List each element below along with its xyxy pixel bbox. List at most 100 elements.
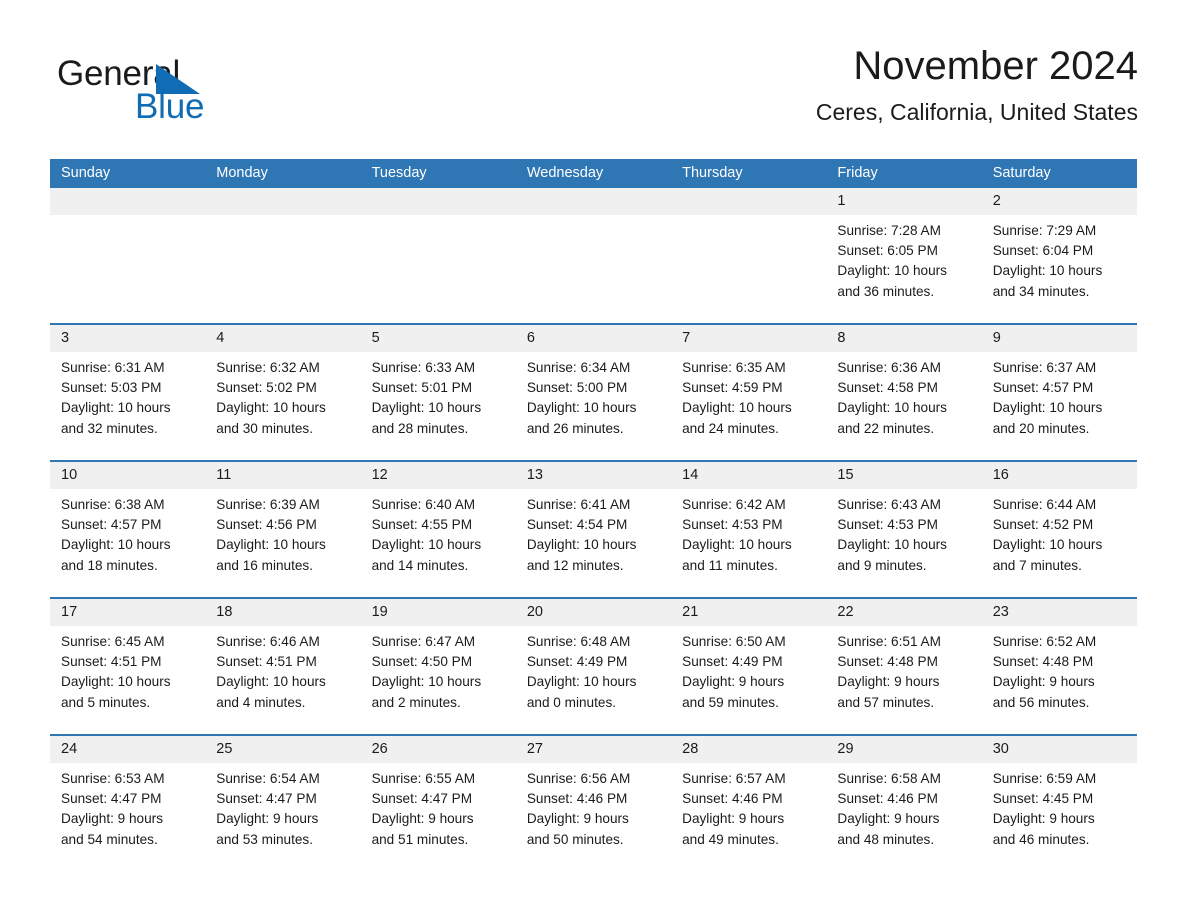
day-cell[interactable]: Sunrise: 6:50 AM Sunset: 4:49 PM Daylight:… [671, 626, 826, 734]
day-number[interactable]: 22 [826, 599, 981, 626]
sunrise-text: Sunrise: 6:33 AM [371, 360, 476, 375]
day-number[interactable]: 30 [982, 736, 1137, 763]
day-number[interactable]: 21 [671, 599, 826, 626]
daylight-text: Daylight: 10 hours [216, 400, 326, 416]
day-cell[interactable]: Sunrise: 6:38 AM Sunset: 4:57 PM Daylight:… [50, 489, 205, 597]
day-number[interactable]: 6 [516, 325, 671, 352]
day-cell[interactable]: Sunrise: 6:41 AM Sunset: 4:54 PM Daylight:… [516, 489, 671, 597]
day-cell[interactable]: Sunrise: 6:43 AM Sunset: 4:53 PM Daylight:… [826, 489, 981, 597]
sunrise-text: Sunrise: 6:36 AM [837, 360, 941, 375]
daylight-text: Daylight: 9 hours [682, 674, 785, 690]
week-date-band: 24 25 26 27 28 29 30 [50, 736, 1137, 763]
daylight-text: Daylight: 10 hours [216, 674, 326, 690]
daylight-text-cont: and 24 minutes. [682, 420, 779, 436]
day-number[interactable]: 11 [205, 462, 360, 489]
sunrise-text: Sunrise: 6:43 AM [837, 497, 941, 512]
day-cell[interactable]: Sunrise: 6:45 AM Sunset: 4:51 PM Daylight:… [50, 626, 205, 734]
day-cell[interactable]: Sunrise: 6:39 AM Sunset: 4:56 PM Daylight:… [205, 489, 360, 597]
day-number[interactable]: 3 [50, 325, 205, 352]
day-cell[interactable]: Sunrise: 6:52 AM Sunset: 4:48 PM Daylight:… [982, 626, 1137, 734]
day-cell[interactable]: Sunrise: 6:34 AM Sunset: 5:00 PM Daylight:… [516, 352, 671, 460]
day-number-empty [205, 188, 360, 215]
day-number[interactable]: 13 [516, 462, 671, 489]
day-cell[interactable]: Sunrise: 6:54 AM Sunset: 4:47 PM Daylight:… [205, 763, 360, 871]
day-number[interactable]: 1 [826, 188, 981, 215]
daylight-text-cont: and 5 minutes. [61, 694, 151, 710]
daylight-text: Daylight: 10 hours [371, 400, 482, 416]
weekday-header-saturday: Saturday [992, 165, 1051, 181]
sunset-text: Sunset: 5:00 PM [526, 380, 628, 396]
day-number[interactable]: 20 [516, 599, 671, 626]
day-number[interactable]: 19 [361, 599, 516, 626]
daylight-text: Daylight: 9 hours [216, 811, 319, 827]
day-number[interactable]: 26 [361, 736, 516, 763]
daylight-text: Daylight: 9 hours [526, 811, 629, 827]
day-cell[interactable]: Sunrise: 6:46 AM Sunset: 4:51 PM Daylight:… [205, 626, 360, 734]
sunset-text: Sunset: 4:48 PM [837, 654, 938, 670]
day-number[interactable]: 4 [205, 325, 360, 352]
daylight-text-cont: and 20 minutes. [992, 420, 1090, 436]
daylight-text: Daylight: 10 hours [371, 674, 482, 690]
daylight-text-cont: and 14 minutes. [371, 557, 469, 573]
general-blue-logo[interactable]: General Blue [57, 54, 317, 134]
daylight-text-cont: and 30 minutes. [216, 420, 314, 436]
daylight-text-cont: and 26 minutes. [526, 420, 624, 436]
day-cell[interactable]: Sunrise: 6:57 AM Sunset: 4:46 PM Daylight:… [671, 763, 826, 871]
day-number[interactable]: 7 [671, 325, 826, 352]
day-cell[interactable]: Sunrise: 6:31 AM Sunset: 5:03 PM Daylight:… [50, 352, 205, 460]
daylight-text-cont: and 51 minutes. [371, 831, 469, 847]
daylight-text-cont: and 16 minutes. [216, 557, 314, 573]
day-cell[interactable]: Sunrise: 6:40 AM Sunset: 4:55 PM Daylight:… [361, 489, 516, 597]
day-number[interactable]: 10 [50, 462, 205, 489]
day-cell[interactable]: Sunrise: 6:53 AM Sunset: 4:47 PM Daylight:… [50, 763, 205, 871]
day-cell[interactable]: Sunrise: 6:36 AM Sunset: 4:58 PM Daylight:… [826, 352, 981, 460]
day-cell[interactable]: Sunrise: 6:32 AM Sunset: 5:02 PM Daylight:… [205, 352, 360, 460]
day-cell[interactable]: Sunrise: 7:29 AM Sunset: 6:04 PM Daylight:… [982, 215, 1137, 323]
day-cell[interactable]: Sunrise: 6:33 AM Sunset: 5:01 PM Daylight:… [361, 352, 516, 460]
day-number[interactable]: 2 [982, 188, 1137, 215]
day-cell[interactable]: Sunrise: 6:55 AM Sunset: 4:47 PM Daylight:… [361, 763, 516, 871]
day-number[interactable]: 9 [982, 325, 1137, 352]
day-cell[interactable]: Sunrise: 6:51 AM Sunset: 4:48 PM Daylight:… [826, 626, 981, 734]
day-cell[interactable]: Sunrise: 6:48 AM Sunset: 4:49 PM Daylight:… [516, 626, 671, 734]
day-number[interactable]: 25 [205, 736, 360, 763]
daylight-text-cont: and 50 minutes. [526, 831, 624, 847]
weekday-header-thursday: Thursday [682, 165, 743, 181]
day-number[interactable]: 12 [361, 462, 516, 489]
day-number[interactable]: 15 [826, 462, 981, 489]
daylight-text-cont: and 36 minutes. [837, 283, 935, 299]
day-number[interactable]: 16 [982, 462, 1137, 489]
sunrise-text: Sunrise: 7:28 AM [837, 223, 941, 238]
day-number[interactable]: 24 [50, 736, 205, 763]
day-cell[interactable]: Sunrise: 6:47 AM Sunset: 4:50 PM Daylight:… [361, 626, 516, 734]
weekday-header-monday: Monday [216, 165, 268, 181]
sunrise-text: Sunrise: 6:54 AM [216, 771, 320, 786]
sunset-text: Sunset: 6:05 PM [837, 243, 938, 259]
day-number[interactable]: 18 [205, 599, 360, 626]
day-number[interactable]: 29 [826, 736, 981, 763]
day-cell[interactable]: Sunrise: 6:44 AM Sunset: 4:52 PM Daylight:… [982, 489, 1137, 597]
day-cell[interactable]: Sunrise: 6:35 AM Sunset: 4:59 PM Daylight:… [671, 352, 826, 460]
daylight-text-cont: and 2 minutes. [371, 694, 461, 710]
day-number[interactable]: 14 [671, 462, 826, 489]
day-cell[interactable]: Sunrise: 6:42 AM Sunset: 4:53 PM Daylight:… [671, 489, 826, 597]
day-cell[interactable]: Sunrise: 7:28 AM Sunset: 6:05 PM Daylight:… [826, 215, 981, 323]
day-number[interactable]: 8 [826, 325, 981, 352]
day-cell[interactable]: Sunrise: 6:59 AM Sunset: 4:45 PM Daylight:… [982, 763, 1137, 871]
daylight-text: Daylight: 9 hours [371, 811, 474, 827]
week-body-row: Sunrise: 6:31 AM Sunset: 5:03 PM Daylight:… [50, 352, 1137, 460]
daylight-text-cont: and 48 minutes. [837, 831, 935, 847]
sunrise-text: Sunrise: 6:48 AM [526, 634, 631, 649]
day-cell[interactable]: Sunrise: 6:56 AM Sunset: 4:46 PM Daylight:… [516, 763, 671, 871]
day-number[interactable]: 17 [50, 599, 205, 626]
day-number[interactable]: 28 [671, 736, 826, 763]
day-cell[interactable]: Sunrise: 6:37 AM Sunset: 4:57 PM Daylight:… [982, 352, 1137, 460]
daylight-text: Daylight: 10 hours [837, 400, 947, 416]
day-number[interactable]: 27 [516, 736, 671, 763]
day-cell[interactable]: Sunrise: 6:58 AM Sunset: 4:46 PM Daylight:… [826, 763, 981, 871]
calendar-grid: Sunday Monday Tuesday Wednesday Thursday… [50, 159, 1137, 871]
day-number[interactable]: 5 [361, 325, 516, 352]
daylight-text: Daylight: 10 hours [837, 537, 947, 553]
day-number[interactable]: 23 [982, 599, 1137, 626]
daylight-text: Daylight: 10 hours [837, 263, 947, 279]
